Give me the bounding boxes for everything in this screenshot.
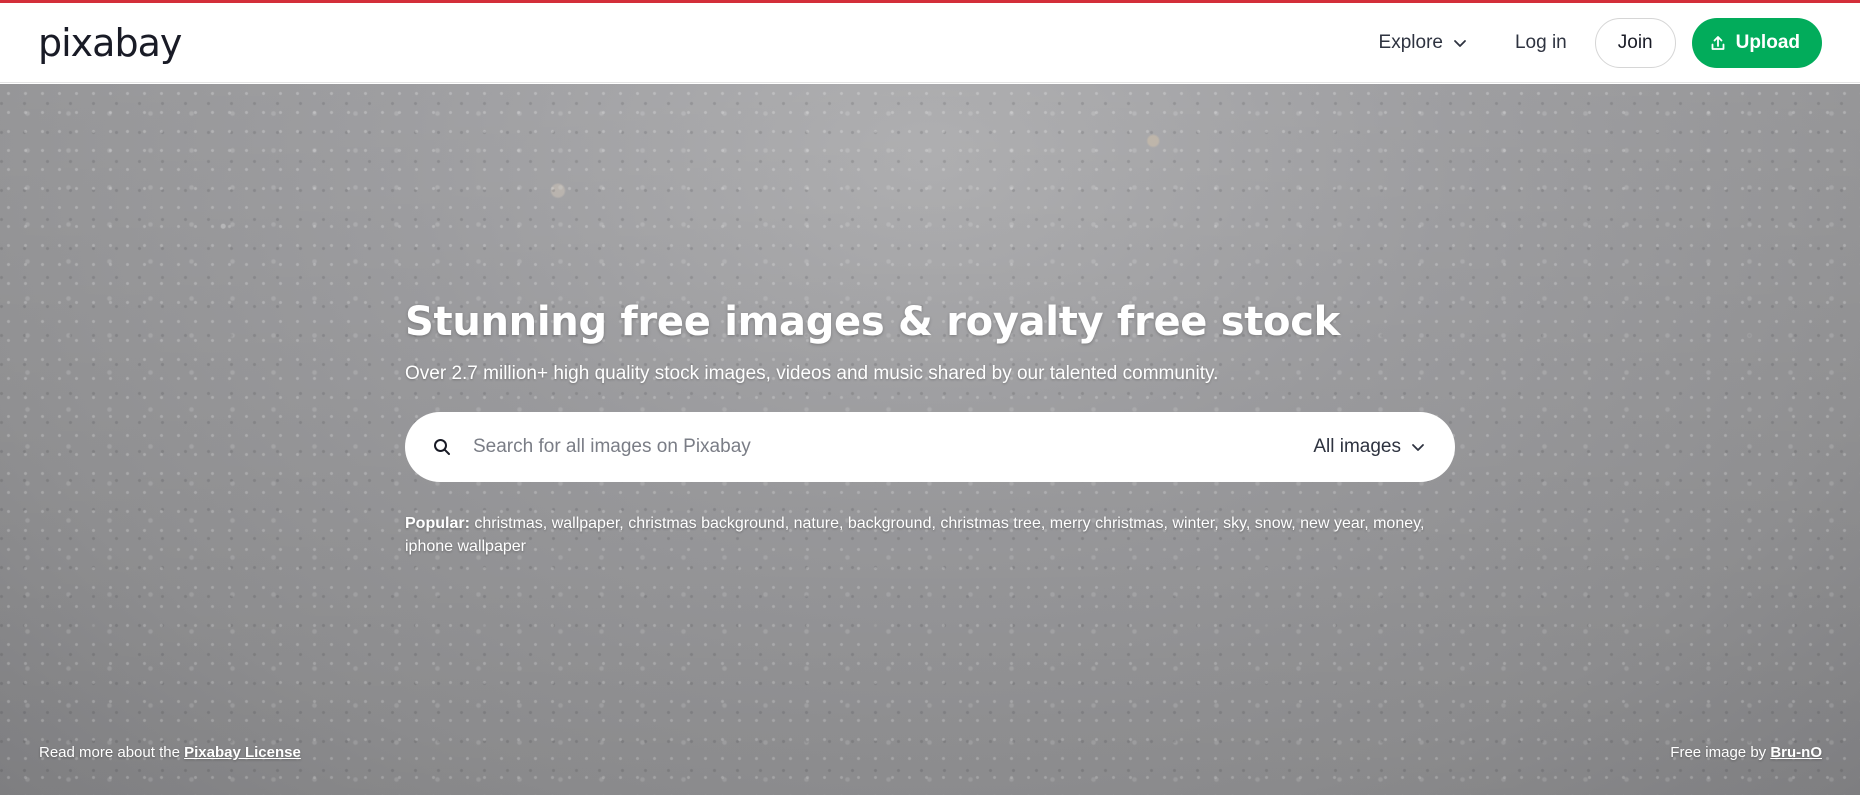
popular-tag[interactable]: winter <box>1172 515 1214 532</box>
popular-tag[interactable]: money <box>1373 515 1420 532</box>
login-link[interactable]: Log in <box>1515 32 1567 54</box>
upload-button[interactable]: Upload <box>1691 17 1822 68</box>
pixabay-license-link[interactable]: Pixabay License <box>184 744 301 761</box>
credit-author-link[interactable]: Bru-nO <box>1770 744 1822 761</box>
upload-label: Upload <box>1735 31 1800 53</box>
search-bar: All images <box>405 412 1455 482</box>
popular-searches: Popular: christmas, wallpaper, christmas… <box>405 512 1455 558</box>
chevron-down-icon <box>1454 39 1466 47</box>
popular-label: Popular: <box>405 515 470 532</box>
popular-tag[interactable]: christmas background <box>628 515 785 532</box>
popular-tag[interactable]: iphone wallpaper <box>405 538 526 555</box>
upload-icon <box>1711 35 1725 50</box>
chevron-down-icon <box>1412 444 1424 451</box>
logo-wordmark: pixabay <box>38 20 182 65</box>
image-type-label: All images <box>1313 436 1401 457</box>
join-button[interactable]: Join <box>1594 17 1676 68</box>
hero-title: Stunning free images & royalty free stoc… <box>405 299 1340 345</box>
popular-tag[interactable]: background <box>848 515 932 532</box>
image-type-dropdown[interactable]: All images <box>1313 436 1425 458</box>
site-header: pixabay Explore Log in Join Upload <box>0 3 1860 83</box>
popular-tag[interactable]: christmas tree <box>940 515 1040 532</box>
explore-menu[interactable]: Explore <box>1379 32 1467 54</box>
popular-tag[interactable]: snow <box>1255 515 1291 532</box>
popular-tag[interactable]: wallpaper <box>552 515 620 532</box>
explore-label: Explore <box>1378 31 1443 53</box>
popular-tag[interactable]: merry christmas <box>1050 515 1164 532</box>
pixabay-logo[interactable]: pixabay <box>38 19 182 67</box>
image-credit: Free image by Bru-nO <box>1670 744 1822 761</box>
popular-tag[interactable]: christmas <box>474 515 542 532</box>
hero-section: Stunning free images & royalty free stoc… <box>0 84 1860 795</box>
license-note: Read more about the Pixabay License <box>39 744 301 761</box>
popular-tags: christmas, wallpaper, christmas backgrou… <box>405 515 1425 555</box>
popular-tag[interactable]: sky <box>1223 515 1246 532</box>
main-nav: Explore Log in Join Upload <box>1379 17 1822 68</box>
credit-prefix: Free image by <box>1670 744 1767 761</box>
popular-tag[interactable]: nature <box>794 515 839 532</box>
search-input[interactable] <box>473 436 1314 458</box>
search-icon[interactable] <box>433 438 451 456</box>
popular-tag[interactable]: new year <box>1300 515 1364 532</box>
hero-content: Stunning free images & royalty free stoc… <box>405 299 1455 558</box>
license-prefix: Read more about the <box>39 744 180 761</box>
hero-subtitle: Over 2.7 million+ high quality stock ima… <box>405 363 1219 384</box>
